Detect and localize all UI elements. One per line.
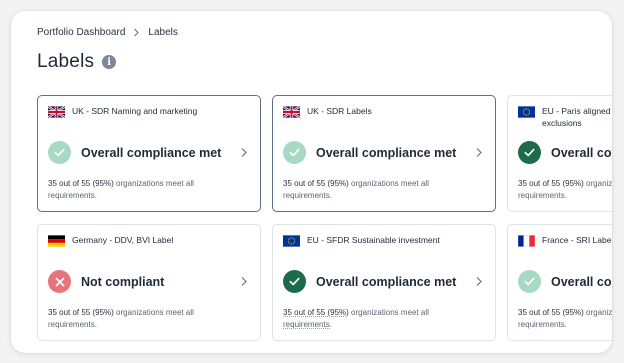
compliance-summary: 35 out of 55 (95%) organizations meet al… <box>283 179 429 200</box>
compliance-status: Overall compliance met <box>81 145 222 160</box>
card-title: France - SRI Label <box>542 235 612 245</box>
compliance-summary: 35 out of 55 (95%) organizations meet al… <box>48 179 194 200</box>
compliance-summary: 35 out of 55 (95%) organizations meet al… <box>48 308 194 329</box>
label-card-france-sri[interactable]: France - SRI Label Overall compliance me… <box>507 224 612 341</box>
breadcrumb: Portfolio Dashboard Labels <box>37 27 178 38</box>
compliance-status: Overall compliance met <box>316 274 457 289</box>
compliance-status: Overall compliance met <box>316 145 457 160</box>
compliance-summary: 35 out of 55 (95%) organizations meet al… <box>283 308 429 329</box>
x-circle-icon <box>48 270 71 293</box>
eu-flag-icon <box>518 106 535 118</box>
germany-flag-icon <box>48 235 65 247</box>
card-title: UK - SDR Labels <box>307 106 372 116</box>
card-title: Germany - DDV, BVI Label <box>72 235 174 245</box>
breadcrumb-portfolio-dashboard[interactable]: Portfolio Dashboard <box>37 27 125 38</box>
card-title: EU - SFDR Sustainable investment <box>307 235 440 245</box>
breadcrumb-current: Labels <box>148 27 178 38</box>
compliance-status: Overall compliance met <box>551 145 612 160</box>
check-circle-icon <box>518 270 541 293</box>
label-card-germany-ddv-bvi[interactable]: Germany - DDV, BVI Label Not compliant 3… <box>37 224 261 341</box>
card-title: UK - SDR Naming and marketing <box>72 106 198 116</box>
labels-panel: Portfolio Dashboard Labels Labels i UK -… <box>11 11 612 353</box>
card-title: EU - Paris aligned exclusions <box>542 106 611 128</box>
compliance-summary: 35 out of 55 (95%) organizations meet al… <box>518 308 612 329</box>
compliance-summary: 35 out of 55 (95%) organizations meet al… <box>518 179 612 200</box>
chevron-right-icon <box>133 28 140 37</box>
page-title: Labels <box>37 51 95 72</box>
france-flag-icon <box>518 235 535 247</box>
compliance-status: Overall compliance met <box>551 274 612 289</box>
uk-flag-icon <box>283 106 300 118</box>
eu-flag-icon <box>283 235 300 247</box>
check-circle-icon <box>283 141 306 164</box>
chevron-right-icon[interactable] <box>475 276 483 287</box>
check-circle-icon <box>518 141 541 164</box>
chevron-right-icon[interactable] <box>475 147 483 158</box>
chevron-right-icon[interactable] <box>240 147 248 158</box>
info-icon[interactable]: i <box>102 55 117 69</box>
check-circle-icon <box>48 141 71 164</box>
label-card-eu-paris-aligned[interactable]: EU - Paris aligned exclusions Overall co… <box>507 95 612 212</box>
label-card-uk-sdr-naming[interactable]: UK - SDR Naming and marketing Overall co… <box>37 95 261 212</box>
uk-flag-icon <box>48 106 65 118</box>
label-card-uk-sdr-labels[interactable]: UK - SDR Labels Overall compliance met 3… <box>272 95 496 212</box>
chevron-right-icon[interactable] <box>240 276 248 287</box>
check-circle-icon <box>283 270 306 293</box>
label-card-eu-sfdr[interactable]: EU - SFDR Sustainable investment Overall… <box>272 224 496 341</box>
compliance-status: Not compliant <box>81 274 165 289</box>
page-header: Labels i <box>37 51 117 73</box>
